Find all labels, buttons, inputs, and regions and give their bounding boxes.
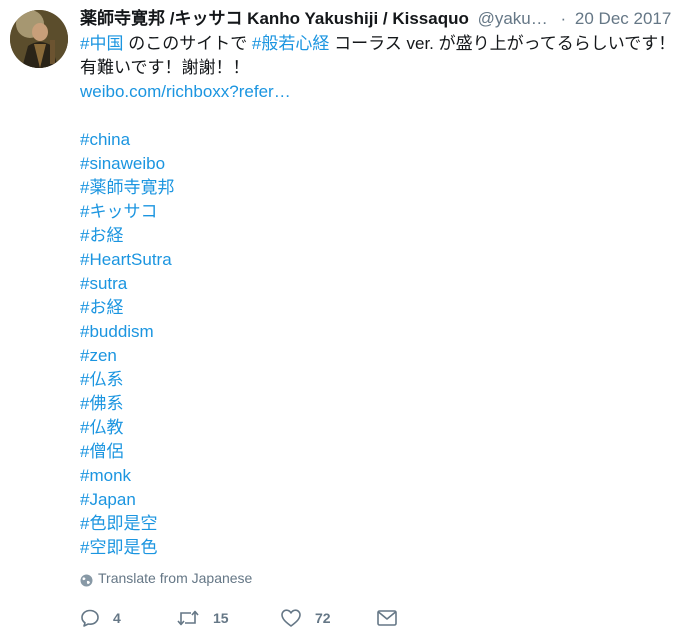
tweet: 薬師寺寛邦 /キッサコ Kanho Yakushiji / Kissaquo @… bbox=[0, 0, 700, 629]
hashtag-link[interactable]: #仏系 bbox=[80, 368, 692, 392]
hashtag-link[interactable]: #お経 bbox=[80, 224, 692, 248]
tweet-line-1: #中国 のこのサイトで #般若心経 コーラス ver. が盛り上がってるらしいで… bbox=[80, 32, 692, 56]
url-link[interactable]: weibo.com/richboxx?refer… bbox=[80, 80, 692, 104]
reply-count: 4 bbox=[113, 610, 121, 626]
reply-button[interactable]: 4 bbox=[80, 608, 176, 628]
hashtag-link[interactable]: #中国 bbox=[80, 34, 123, 53]
translate-label: Translate from Japanese bbox=[98, 570, 253, 586]
hashtag-link[interactable]: #薬師寺寛邦 bbox=[80, 176, 692, 200]
tweet-text-segment: のこのサイトで bbox=[123, 34, 252, 53]
retweet-icon bbox=[176, 608, 200, 628]
hashtag-link[interactable]: #色即是空 bbox=[80, 512, 692, 536]
author-name[interactable]: 薬師寺寛邦 /キッサコ Kanho Yakushiji / Kissaquo bbox=[80, 9, 469, 28]
tweet-text: #中国 のこのサイトで #般若心経 コーラス ver. が盛り上がってるらしいで… bbox=[80, 32, 692, 560]
hashtag-link[interactable]: #お経 bbox=[80, 296, 692, 320]
tweet-date[interactable]: 20 Dec 2017 bbox=[575, 9, 671, 28]
tweet-header: 薬師寺寛邦 /キッサコ Kanho Yakushiji / Kissaquo @… bbox=[80, 6, 692, 32]
hashtag-list: #china #sinaweibo #薬師寺寛邦 #キッサコ #お経 #HeartSutr… bbox=[80, 128, 692, 560]
hashtag-link[interactable]: #china bbox=[80, 128, 692, 152]
translate-link[interactable]: Translate from Japanese bbox=[80, 568, 692, 588]
hashtag-link[interactable]: #Japan bbox=[80, 488, 692, 512]
globe-icon bbox=[80, 572, 93, 586]
heart-icon bbox=[280, 608, 302, 628]
reply-icon bbox=[80, 608, 100, 628]
tweet-text-segment: コーラス ver. が盛り上がってるらしいです！ bbox=[329, 34, 676, 53]
author-handle[interactable]: @yaku… bbox=[478, 9, 548, 28]
retweet-count: 15 bbox=[213, 610, 229, 626]
hashtag-link[interactable]: #zen bbox=[80, 344, 692, 368]
separator-dot: · bbox=[560, 9, 567, 28]
hashtag-link[interactable]: #仏教 bbox=[80, 416, 692, 440]
hashtag-link[interactable]: #空即是色 bbox=[80, 536, 692, 560]
hashtag-link[interactable]: #sutra bbox=[80, 272, 692, 296]
hashtag-link[interactable]: #佛系 bbox=[80, 392, 692, 416]
tweet-actions: 4 15 72 bbox=[80, 606, 406, 629]
hashtag-link[interactable]: #buddism bbox=[80, 320, 692, 344]
retweet-button[interactable]: 15 bbox=[176, 608, 280, 628]
hashtag-link[interactable]: #キッサコ bbox=[80, 200, 692, 224]
hashtag-link[interactable]: #sinaweibo bbox=[80, 152, 692, 176]
like-count: 72 bbox=[315, 610, 331, 626]
direct-message-button[interactable] bbox=[376, 609, 406, 627]
hashtag-link[interactable]: #HeartSutra bbox=[80, 248, 692, 272]
tweet-content: 薬師寺寛邦 /キッサコ Kanho Yakushiji / Kissaquo @… bbox=[80, 6, 692, 588]
tweet-line-2: 有難いです！謝謝！！ bbox=[80, 58, 250, 77]
hashtag-link[interactable]: #monk bbox=[80, 464, 692, 488]
hashtag-link[interactable]: #般若心経 bbox=[252, 34, 329, 53]
envelope-icon bbox=[376, 609, 398, 627]
hashtag-link[interactable]: #僧侶 bbox=[80, 440, 692, 464]
avatar[interactable] bbox=[10, 10, 68, 68]
like-button[interactable]: 72 bbox=[280, 608, 376, 628]
